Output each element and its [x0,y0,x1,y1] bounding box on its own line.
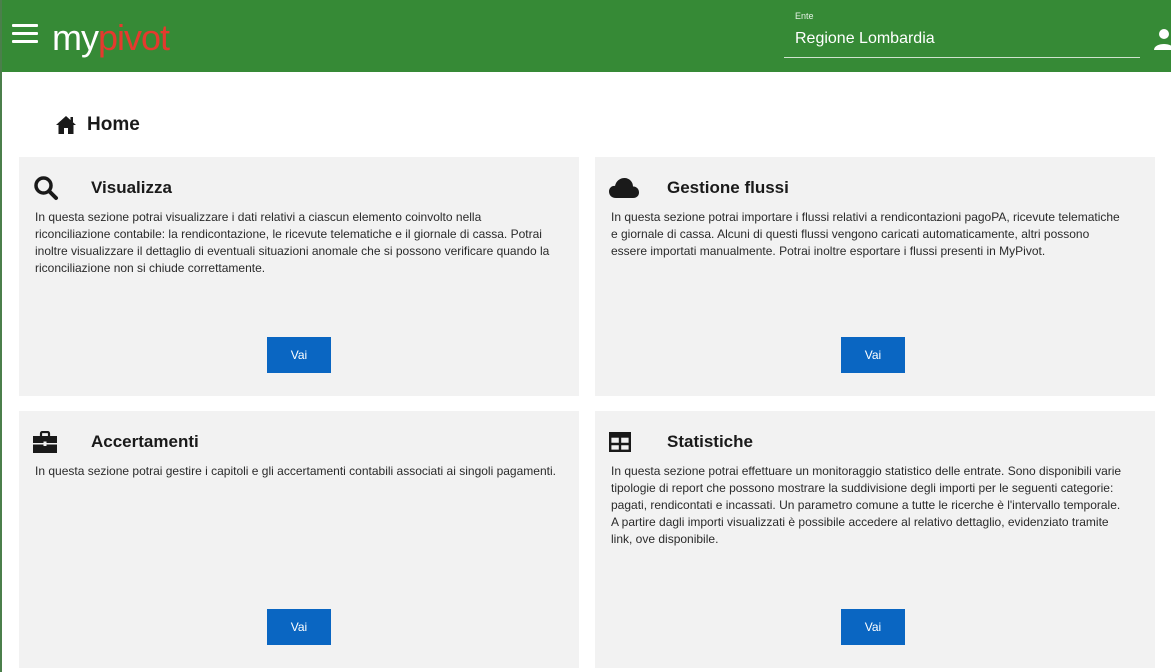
app-header: mypivot Ente Regione Lombardia [2,0,1171,72]
logo-pivot: pivot [98,17,170,58]
card-title: Visualizza [91,178,172,197]
card-gestione-flussi: Gestione flussi In questa sezione potrai… [595,157,1155,396]
table-icon [609,432,631,452]
vai-gestione-flussi-button[interactable]: Vai [841,337,905,373]
card-description: In questa sezione potrai visualizzare i … [35,210,550,275]
card-statistiche: Statistiche In questa sezione potrai eff… [595,411,1155,668]
vai-accertamenti-button[interactable]: Vai [267,609,331,645]
card-title: Accertamenti [91,432,199,451]
page-title-text: Home [87,114,140,135]
ente-label: Ente [795,11,814,21]
user-icon[interactable] [1154,28,1171,50]
logo-my: my [52,17,99,58]
home-icon [56,116,76,134]
cloud-icon [609,178,639,198]
card-description: In questa sezione potrai gestire i capit… [35,464,556,478]
hamburger-menu-icon[interactable] [12,24,38,46]
ente-value: Regione Lombardia [795,30,935,47]
search-icon [34,176,58,200]
vai-visualizza-button[interactable]: Vai [267,337,331,373]
briefcase-icon [33,431,57,453]
card-visualizza: Visualizza In questa sezione potrai visu… [19,157,579,396]
card-accertamenti: Accertamenti In questa sezione potrai ge… [19,411,579,668]
page-title: Home [55,112,140,138]
vai-statistiche-button[interactable]: Vai [841,609,905,645]
card-title: Statistiche [667,432,753,451]
card-description: In questa sezione potrai importare i flu… [611,210,1120,258]
card-description: In questa sezione potrai effettuare un m… [611,464,1122,546]
mypivot-logo[interactable]: mypivot [52,17,170,58]
card-title: Gestione flussi [667,178,789,197]
ente-select[interactable]: Ente Regione Lombardia [784,8,1140,58]
